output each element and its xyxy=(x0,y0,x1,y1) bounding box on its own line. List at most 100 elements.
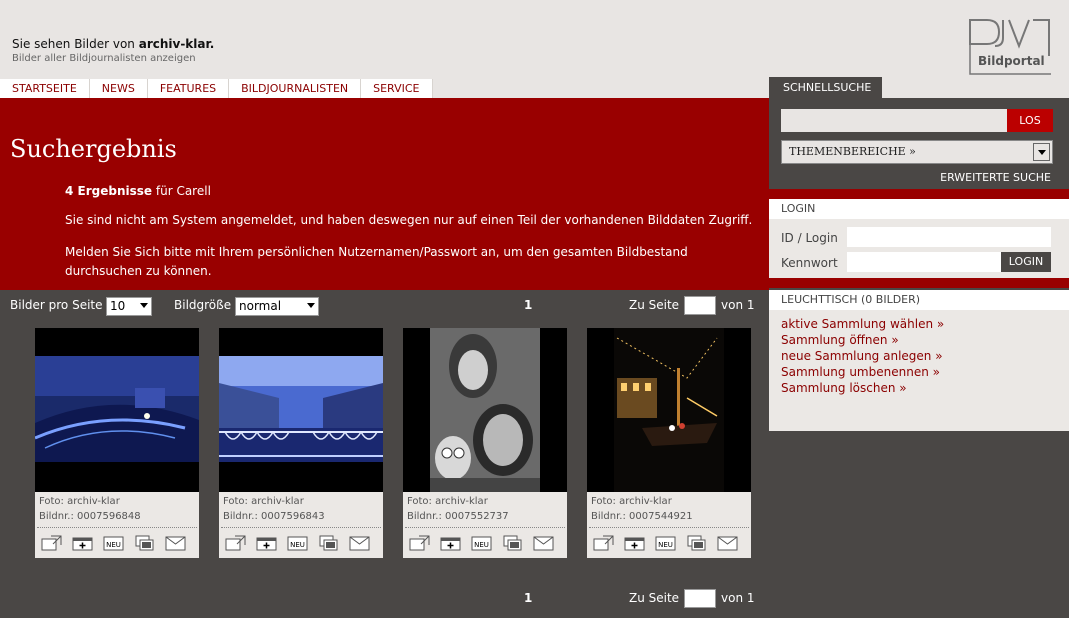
result-card: Foto: archiv-klar Bildnr.: 0007596848 NE… xyxy=(35,328,199,558)
enlarge-icon[interactable] xyxy=(593,535,614,551)
lighttable-rename-collection-link[interactable]: Sammlung umbenennen » xyxy=(781,364,1057,380)
goto-page-input[interactable] xyxy=(684,296,716,315)
nav-item-startseite[interactable]: STARTSEITE xyxy=(0,79,90,98)
advanced-search-link[interactable]: ERWEITERTE SUCHE xyxy=(940,171,1051,184)
password-label: Kennwort xyxy=(781,256,838,270)
svg-text:NEU: NEU xyxy=(290,541,305,549)
enlarge-icon[interactable] xyxy=(41,535,62,551)
svg-text:NEU: NEU xyxy=(106,541,121,549)
not-logged-in-notice: Sie sind nicht am System angemeldet, und… xyxy=(65,213,753,227)
page-title: Suchergebnis xyxy=(10,135,177,163)
image-number: Bildnr.: 0007552737 xyxy=(407,511,509,522)
image-size-select[interactable]: normal xyxy=(235,297,319,316)
per-page-label: Bilder pro Seite xyxy=(10,298,103,312)
print-icon[interactable] xyxy=(502,535,523,551)
search-input[interactable] xyxy=(781,109,1007,132)
current-page-number[interactable]: 1 xyxy=(524,298,532,312)
photo-credit: Foto: archiv-klar xyxy=(39,496,120,507)
lighttable-open-collection-link[interactable]: Sammlung öffnen » xyxy=(781,332,1057,348)
lighttable-select-collection-link[interactable]: aktive Sammlung wählen » xyxy=(781,316,1057,332)
result-photo[interactable] xyxy=(35,328,199,492)
add-to-lighttable-icon[interactable] xyxy=(256,535,277,551)
photo-credit: Foto: archiv-klar xyxy=(407,496,488,507)
email-icon[interactable] xyxy=(349,535,370,551)
divider xyxy=(221,527,381,528)
nav-item-features[interactable]: FEATURES xyxy=(147,79,230,98)
goto-page-label: Zu Seite xyxy=(629,298,680,312)
email-icon[interactable] xyxy=(165,535,186,551)
page-total-label-bottom: von 1 xyxy=(721,591,755,605)
image-number: Bildnr.: 0007596848 xyxy=(39,511,141,522)
image-size-label: Bildgröße xyxy=(174,298,232,312)
add-to-lighttable-icon[interactable] xyxy=(624,535,645,551)
view-all-photographers-link[interactable]: Bilder aller Bildjournalisten anzeigen xyxy=(12,53,196,64)
main-nav: STARTSEITE NEWS FEATURES BILDJOURNALISTE… xyxy=(0,79,433,98)
enlarge-icon[interactable] xyxy=(225,535,246,551)
svg-text:NEU: NEU xyxy=(658,541,673,549)
viewing-photographer: Sie sehen Bilder von archiv-klar. xyxy=(12,37,215,51)
divider xyxy=(37,527,197,528)
login-id-label: ID / Login xyxy=(781,231,838,245)
chevron-down-icon[interactable] xyxy=(1033,143,1050,161)
email-icon[interactable] xyxy=(533,535,554,551)
enlarge-icon[interactable] xyxy=(409,535,430,551)
login-header: LOGIN xyxy=(769,199,1069,219)
print-icon[interactable] xyxy=(686,535,707,551)
card-actions: NEU xyxy=(409,535,554,551)
photo-credit: Foto: archiv-klar xyxy=(223,496,304,507)
new-icon[interactable]: NEU xyxy=(655,535,676,551)
svg-text:NEU: NEU xyxy=(474,541,489,549)
result-meta: Foto: archiv-klar Bildnr.: 0007596848 NE… xyxy=(35,492,199,558)
result-card: Foto: archiv-klar Bildnr.: 0007544921 NE… xyxy=(587,328,751,558)
divider xyxy=(769,189,1069,199)
add-to-lighttable-icon[interactable] xyxy=(440,535,461,551)
result-photo[interactable] xyxy=(219,328,383,492)
family-portrait-photo xyxy=(403,328,567,492)
quick-search-panel: LOS THEMENBEREICHE » ERWEITERTE SUCHE xyxy=(769,98,1069,189)
card-actions: NEU xyxy=(593,535,738,551)
goto-page-label-bottom: Zu Seite xyxy=(629,591,680,605)
result-card: Foto: archiv-klar Bildnr.: 0007596843 NE… xyxy=(219,328,383,558)
password-input[interactable] xyxy=(847,252,1001,272)
nav-item-bildjournalisten[interactable]: BILDJOURNALISTEN xyxy=(229,79,362,98)
harbor-night-photo xyxy=(587,328,751,492)
chevron-down-icon xyxy=(140,303,148,308)
new-icon[interactable]: NEU xyxy=(103,535,124,551)
photo-credit: Foto: archiv-klar xyxy=(591,496,672,507)
print-icon[interactable] xyxy=(134,535,155,551)
nav-item-service[interactable]: SERVICE xyxy=(361,79,433,98)
image-number: Bildnr.: 0007544921 xyxy=(591,511,693,522)
search-button[interactable]: LOS xyxy=(1007,109,1053,132)
login-button[interactable]: LOGIN xyxy=(1001,252,1051,272)
chevron-down-icon xyxy=(307,303,315,308)
card-actions: NEU xyxy=(41,535,186,551)
nav-item-news[interactable]: NEWS xyxy=(89,79,148,98)
result-photo[interactable] xyxy=(587,328,751,492)
new-icon[interactable]: NEU xyxy=(471,535,492,551)
print-icon[interactable] xyxy=(318,535,339,551)
divider xyxy=(405,527,565,528)
result-meta: Foto: archiv-klar Bildnr.: 0007552737 NE… xyxy=(403,492,567,558)
goto-page-input-bottom[interactable] xyxy=(684,589,716,608)
page-header: Sie sehen Bilder von archiv-klar. Bilder… xyxy=(0,0,1069,98)
result-meta: Foto: archiv-klar Bildnr.: 0007544921 NE… xyxy=(587,492,751,558)
login-id-input[interactable] xyxy=(847,227,1051,247)
lighttable-new-collection-link[interactable]: neue Sammlung anlegen » xyxy=(781,348,1057,364)
canal-bridge-photo xyxy=(219,328,383,492)
current-page-number-bottom[interactable]: 1 xyxy=(524,591,532,605)
result-card: Foto: archiv-klar Bildnr.: 0007552737 NE… xyxy=(403,328,567,558)
lighttable-delete-collection-link[interactable]: Sammlung löschen » xyxy=(781,380,1057,396)
divider xyxy=(589,527,749,528)
result-meta: Foto: archiv-klar Bildnr.: 0007596843 NE… xyxy=(219,492,383,558)
result-photo[interactable] xyxy=(403,328,567,492)
email-icon[interactable] xyxy=(717,535,738,551)
add-to-lighttable-icon[interactable] xyxy=(72,535,93,551)
result-count: 4 Ergebnisse für Carell xyxy=(65,184,211,198)
page-total-label: von 1 xyxy=(721,298,755,312)
topics-select[interactable]: THEMENBEREICHE » xyxy=(781,140,1053,164)
per-page-select[interactable]: 10 xyxy=(106,297,152,316)
logo-text: Bildportal xyxy=(978,54,1045,68)
quick-search-tab[interactable]: SCHNELLSUCHE xyxy=(769,77,882,98)
result-banner: Suchergebnis 4 Ergebnisse für Carell Sie… xyxy=(0,98,769,290)
new-icon[interactable]: NEU xyxy=(287,535,308,551)
